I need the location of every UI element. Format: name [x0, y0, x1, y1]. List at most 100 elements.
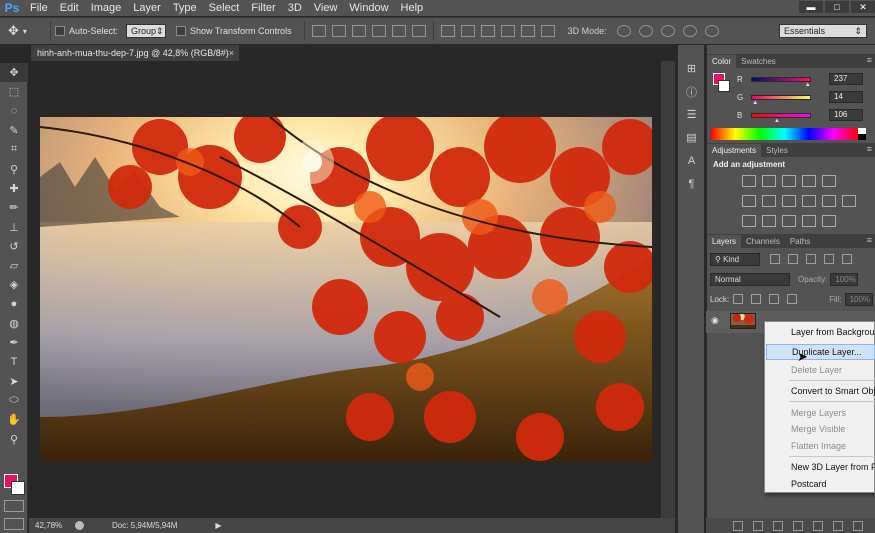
color-balance-icon[interactable] — [762, 195, 776, 207]
vertical-scrollbar[interactable] — [661, 61, 675, 518]
menu-image[interactable]: Image — [85, 0, 128, 16]
filter-pixel-icon[interactable] — [770, 254, 780, 264]
green-value[interactable]: 14 — [829, 91, 863, 103]
filter-type-icon[interactable] — [806, 254, 816, 264]
background-color-swatch[interactable] — [11, 481, 25, 495]
lock-transparent-icon[interactable] — [733, 294, 744, 304]
character-icon[interactable]: A — [678, 149, 705, 172]
history-icon[interactable]: ⊞ — [678, 57, 705, 80]
posterize-icon[interactable] — [762, 215, 776, 227]
eye-icon[interactable]: ◉ — [711, 315, 719, 326]
context-item-convert-smart-object[interactable]: Convert to Smart Object — [766, 383, 875, 399]
screen-mode-icon[interactable] — [4, 518, 24, 530]
menu-filter[interactable]: Filter — [245, 0, 281, 16]
photo-filter-icon[interactable] — [802, 195, 816, 207]
menu-view[interactable]: View — [308, 0, 344, 16]
healing-brush-tool[interactable]: ✚ — [0, 179, 28, 198]
show-transform-checkbox[interactable] — [176, 26, 187, 36]
maximize-button[interactable]: □ — [825, 1, 849, 13]
menu-3d[interactable]: 3D — [282, 0, 308, 16]
quick-mask-icon[interactable] — [4, 500, 24, 512]
blue-slider-thumb[interactable]: ▲ — [774, 118, 780, 124]
distribute-right-icon[interactable] — [540, 25, 555, 37]
fill-field[interactable]: 100% — [844, 292, 873, 306]
filter-smart-object-icon[interactable] — [842, 254, 852, 264]
vibrance-icon[interactable] — [822, 175, 836, 187]
zoom-level[interactable]: 42,78% — [35, 521, 71, 530]
lasso-tool[interactable]: ◌ — [0, 102, 28, 121]
3d-pan-icon[interactable] — [660, 25, 675, 37]
context-item-delete-layer[interactable]: Delete Layer — [766, 362, 875, 378]
menu-select[interactable]: Select — [203, 0, 246, 16]
show-transform-toggle[interactable]: Show Transform Controls — [176, 26, 292, 36]
color-lookup-icon[interactable] — [842, 195, 856, 207]
context-item-flatten-image[interactable]: Flatten Image — [766, 438, 875, 454]
history-brush-tool[interactable]: ↺ — [0, 237, 28, 256]
3d-roll-icon[interactable] — [638, 25, 653, 37]
hue-saturation-icon[interactable] — [742, 195, 756, 207]
eyedropper-tool[interactable]: ⚲ — [0, 159, 28, 178]
levels-icon[interactable] — [762, 175, 776, 187]
distribute-bottom-icon[interactable] — [480, 25, 495, 37]
tab-adjustments[interactable]: Adjustments — [707, 144, 762, 157]
black-white-icon[interactable] — [782, 195, 796, 207]
lock-position-icon[interactable] — [769, 294, 780, 304]
crop-tool[interactable]: ⌗ — [0, 140, 28, 159]
status-menu-arrow-icon[interactable]: ▶ — [215, 521, 221, 530]
gradient-map-icon[interactable] — [822, 215, 836, 227]
black-white-ramp[interactable] — [858, 128, 866, 140]
clone-stamp-tool[interactable]: ⊥ — [0, 217, 28, 236]
menu-file[interactable]: File — [24, 0, 54, 16]
blue-slider[interactable]: ▲ — [751, 112, 811, 124]
panel-menu-icon[interactable]: ≡ — [867, 235, 872, 245]
menu-help[interactable]: Help — [395, 0, 430, 16]
move-tool[interactable]: ✥ — [0, 63, 28, 83]
properties-icon[interactable]: ☰ — [678, 103, 705, 126]
move-tool-preset-picker[interactable]: ✥ ▾ — [8, 21, 46, 41]
distribute-vcenter-icon[interactable] — [460, 25, 475, 37]
close-document-icon[interactable]: × — [229, 45, 234, 61]
path-selection-tool[interactable]: ➤ — [0, 372, 28, 391]
menu-window[interactable]: Window — [343, 0, 394, 16]
distribute-top-icon[interactable] — [440, 25, 455, 37]
quick-selection-tool[interactable]: ✎ — [0, 121, 28, 140]
delete-layer-trash-icon[interactable] — [853, 520, 863, 531]
tab-swatches[interactable]: Swatches — [736, 55, 781, 68]
exposure-icon[interactable] — [802, 175, 816, 187]
distribute-left-icon[interactable] — [500, 25, 515, 37]
lock-image-icon[interactable] — [751, 294, 762, 304]
brightness-contrast-icon[interactable] — [742, 175, 756, 187]
channel-mixer-icon[interactable] — [822, 195, 836, 207]
pen-tool[interactable]: ✒ — [0, 333, 28, 352]
panel-menu-icon[interactable]: ≡ — [867, 55, 872, 65]
3d-scale-icon[interactable] — [704, 25, 719, 37]
status-info-icon[interactable] — [75, 521, 84, 530]
type-tool[interactable]: T — [0, 352, 28, 371]
threshold-icon[interactable] — [782, 215, 796, 227]
eraser-tool[interactable]: ▱ — [0, 256, 28, 275]
auto-select-dropdown[interactable]: Group ⇕ — [126, 24, 167, 38]
blue-value[interactable]: 106 — [829, 109, 863, 121]
paragraph-icon[interactable]: ¶ — [678, 172, 705, 195]
menu-type[interactable]: Type — [167, 0, 203, 16]
paint-bucket-tool[interactable]: ◈ — [0, 275, 28, 294]
document-tab[interactable]: hinh-anh-mua-thu-dep-7.jpg @ 42,8% (RGB/… — [31, 45, 240, 61]
context-item-merge-visible[interactable]: Merge Visible — [766, 421, 875, 437]
3d-slide-icon[interactable] — [682, 25, 697, 37]
distribute-hcenter-icon[interactable] — [520, 25, 535, 37]
auto-select-toggle[interactable]: Auto-Select: — [55, 26, 118, 36]
filter-adjustment-icon[interactable] — [788, 254, 798, 264]
color-spectrum-ramp[interactable] — [711, 128, 858, 140]
menu-layer[interactable]: Layer — [127, 0, 167, 16]
filter-shape-icon[interactable] — [824, 254, 834, 264]
new-layer-icon[interactable] — [833, 520, 843, 531]
menu-edit[interactable]: Edit — [54, 0, 85, 16]
lock-all-icon[interactable] — [787, 294, 798, 304]
align-vcenter-icon[interactable] — [331, 25, 346, 37]
color-panel-background[interactable] — [718, 80, 730, 92]
context-item-new-3d-layer[interactable]: New 3D Layer from File... — [766, 459, 875, 475]
context-item-postcard[interactable]: Postcard — [766, 476, 875, 492]
close-button[interactable]: ✕ — [851, 1, 875, 13]
auto-select-checkbox[interactable] — [55, 26, 65, 36]
layer-kind-filter[interactable]: ⚲ Kind — [710, 252, 760, 266]
